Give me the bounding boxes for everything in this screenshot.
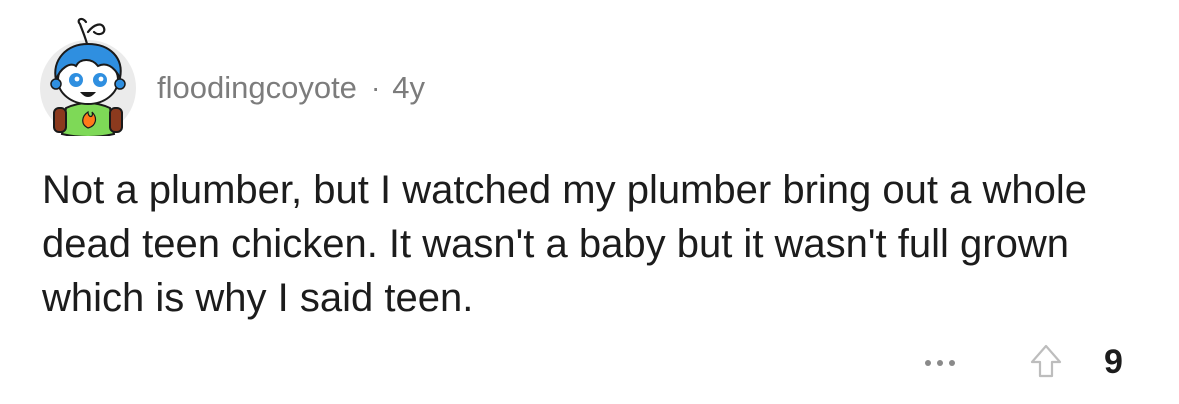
more-options-icon: [937, 360, 943, 366]
more-options-icon: [925, 360, 931, 366]
more-options-icon: [949, 360, 955, 366]
comment-age: 4y: [392, 70, 426, 105]
snoo-avatar-icon[interactable]: [36, 16, 140, 136]
comment: floodingcoyote · 4y Not a plumber, but I…: [0, 0, 1179, 404]
upvote-arrow-icon[interactable]: [1028, 342, 1064, 382]
meta-separator: ·: [370, 72, 381, 103]
comment-meta: floodingcoyote · 4y: [157, 66, 425, 110]
vote-score: 9: [1104, 343, 1123, 381]
more-options-button[interactable]: [916, 350, 964, 376]
username-link[interactable]: floodingcoyote: [157, 70, 357, 106]
comment-body: Not a plumber, but I watched my plumber …: [42, 168, 1087, 320]
